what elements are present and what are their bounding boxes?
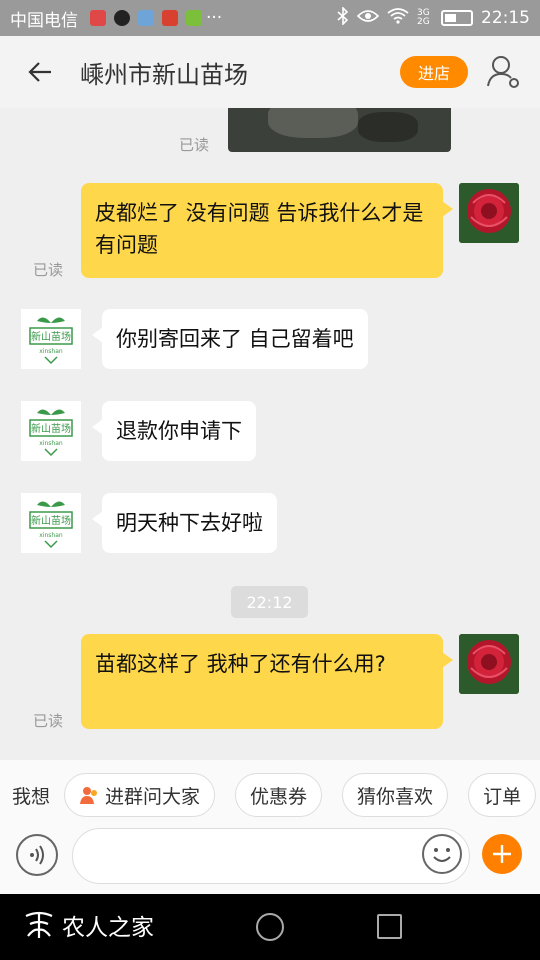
chip-label: 优惠券 [250, 785, 308, 808]
message-bubble-mine[interactable]: 皮都烂了 没有问题 告诉我什么才是有问题 [81, 183, 453, 278]
recommend-chip[interactable]: 猜你喜欢 [342, 773, 449, 817]
chip-label: 猜你喜欢 [357, 785, 434, 808]
chat-header: 嵊州市新山苗场 进店 [0, 36, 540, 108]
message-text: 明天种下去好啦 [116, 511, 263, 535]
voice-icon [30, 845, 44, 865]
system-nav-bar: 农人之家 [0, 894, 540, 960]
watermark-logo-icon [25, 911, 53, 938]
xinshan-logo-icon: 新山苗场 xinshan [21, 493, 81, 553]
user-settings-button[interactable] [484, 52, 524, 92]
message-timestamp: 22:12 [231, 586, 308, 618]
input-bar [0, 826, 540, 894]
arrow-left-icon [28, 62, 51, 82]
svg-text:新山苗场: 新山苗场 [31, 330, 71, 343]
gallery-icon [138, 10, 154, 26]
message-text: 皮都烂了 没有问题 告诉我什么才是有问题 [95, 201, 424, 257]
status-bar: 中国电信 ··· 3G 2G 22:15 [0, 0, 540, 36]
smiley-icon [433, 848, 451, 862]
enter-shop-button[interactable]: 进店 [400, 56, 468, 88]
voice-button[interactable] [16, 834, 58, 876]
people-icon [80, 787, 98, 804]
quick-actions-label: 我想 [12, 785, 51, 808]
shop-avatar[interactable]: 新山苗场 xinshan [21, 309, 81, 369]
svg-text:xinshan: xinshan [39, 348, 63, 355]
recent-apps-button[interactable] [377, 914, 402, 939]
shop-avatar[interactable]: 新山苗场 xinshan [21, 401, 81, 461]
orders-chip[interactable]: 订单 [468, 773, 537, 817]
read-status: 已读 [179, 136, 210, 154]
quick-actions-bar: 我想 进群问大家 优惠券 猜你喜欢 订单 [0, 760, 540, 830]
watermark-text: 农人之家 [62, 915, 154, 941]
xinshan-logo-icon: 新山苗场 xinshan [21, 309, 81, 369]
user-gear-icon [487, 56, 519, 88]
svg-text:xinshan: xinshan [39, 532, 63, 539]
message-bubble-shop[interactable]: 你别寄回来了 自己留着吧 [92, 309, 368, 369]
chip-label: 订单 [483, 785, 522, 808]
rose-avatar-icon [459, 183, 519, 243]
chip-label: 进群问大家 [105, 785, 201, 808]
coupon-chip[interactable]: 优惠券 [235, 773, 323, 817]
eye-icon [356, 8, 380, 28]
svg-text:xinshan: xinshan [39, 440, 63, 447]
read-status: 已读 [33, 712, 64, 730]
home-button[interactable] [256, 913, 284, 941]
more-notifications: ··· [206, 8, 223, 28]
message-text: 苗都这样了 我种了还有什么用? [95, 652, 386, 676]
plus-icon [493, 845, 511, 863]
shop-avatar[interactable]: 新山苗场 xinshan [21, 493, 81, 553]
message-input[interactable] [72, 828, 470, 884]
image-message[interactable] [228, 108, 451, 152]
my-avatar[interactable] [459, 634, 519, 694]
battery-icon [441, 10, 473, 26]
message-text: 你别寄回来了 自己留着吧 [116, 327, 354, 351]
message-bubble-shop[interactable]: 明天种下去好啦 [92, 493, 277, 553]
qq-icon [114, 10, 130, 26]
svg-text:新山苗场: 新山苗场 [31, 514, 71, 527]
rose-avatar-icon [459, 634, 519, 694]
diy-icon [186, 10, 202, 26]
chat-area[interactable]: 已读 已读 皮都烂了 没有问题 告诉我什么才是有问题 新山苗场 xinshan … [0, 108, 540, 760]
xinshan-logo-icon: 新山苗场 xinshan [21, 401, 81, 461]
app-icon [162, 10, 178, 26]
message-text: 退款你申请下 [116, 419, 242, 443]
back-button[interactable] [0, 36, 80, 108]
signal-icon: 3G 2G [417, 8, 430, 27]
read-status: 已读 [33, 261, 64, 279]
my-avatar[interactable] [459, 183, 519, 243]
message-bubble-mine[interactable]: 苗都这样了 我种了还有什么用? [81, 634, 453, 729]
carrier-label: 中国电信 [10, 10, 78, 31]
more-actions-button[interactable] [482, 834, 522, 874]
emoji-button[interactable] [422, 834, 462, 874]
page-title: 嵊州市新山苗场 [80, 60, 248, 89]
notification-icon-1 [90, 10, 106, 26]
message-bubble-shop[interactable]: 退款你申请下 [92, 401, 256, 461]
clock: 22:15 [481, 8, 530, 28]
wifi-icon [387, 7, 409, 29]
svg-text:新山苗场: 新山苗场 [31, 422, 71, 435]
watermark: 农人之家 [22, 908, 154, 942]
join-group-chip[interactable]: 进群问大家 [64, 773, 216, 817]
bluetooth-icon [337, 5, 349, 30]
